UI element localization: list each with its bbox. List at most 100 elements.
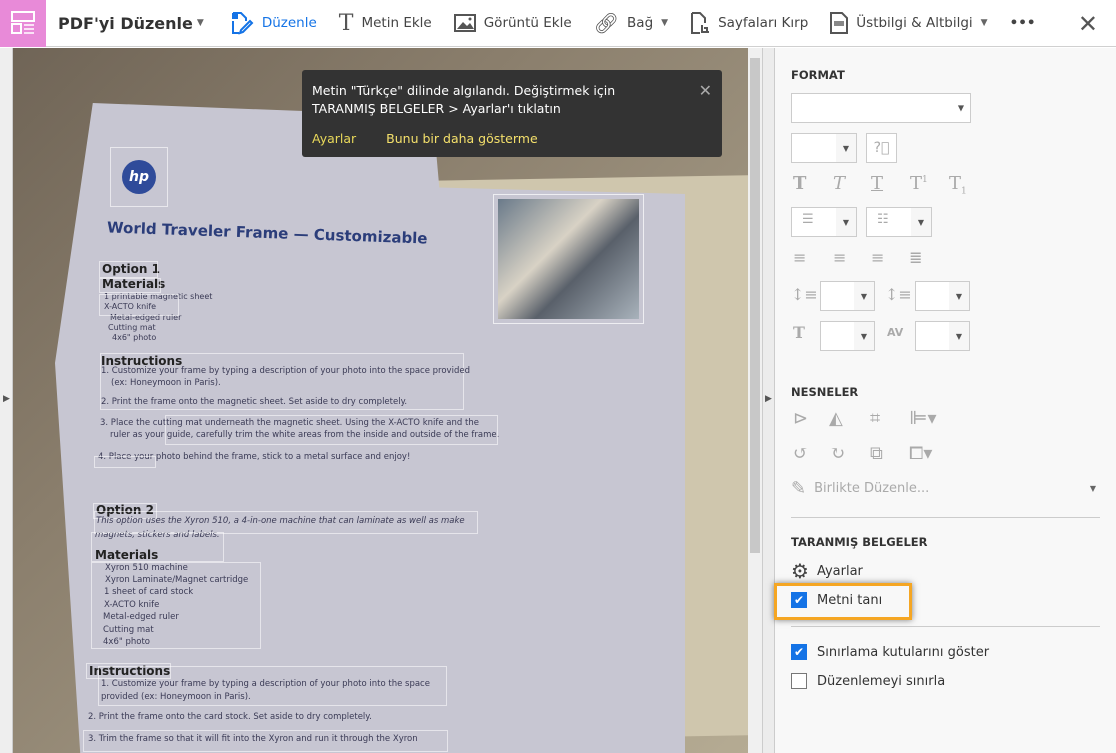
align-left-icon[interactable]: ≡: [793, 248, 806, 267]
chevron-down-icon: ▼: [957, 103, 964, 113]
bounding-box: [83, 730, 448, 752]
doc-text: Cutting mat: [103, 625, 154, 635]
doc-text: 2. Print the frame onto the magnetic she…: [101, 397, 408, 407]
hp-logo: hp: [110, 147, 168, 207]
more-button[interactable]: •••: [1010, 15, 1036, 31]
doc-text: Xyron Laminate/Magnet cartridge: [105, 575, 249, 585]
link-button[interactable]: 🔗︎ Bağ ▼: [594, 11, 668, 35]
crop-pages-label: Sayfaları Kırp: [718, 15, 809, 31]
bounding-box: [165, 415, 498, 445]
font-size-select[interactable]: ▼: [791, 133, 857, 163]
scrollbar-thumb[interactable]: [750, 58, 760, 553]
doc-text: 2. Print the frame onto the card stock. …: [88, 712, 372, 722]
flip-horizontal-icon[interactable]: ◭: [829, 408, 843, 429]
arrange-icon[interactable]: ⧠▾: [909, 443, 932, 464]
doc-text: 1 sheet of card stock: [104, 587, 194, 597]
subscript-icon[interactable]: T1: [949, 173, 967, 197]
char-scale-select[interactable]: ▼: [820, 321, 875, 351]
numbered-list-select[interactable]: ☷ ▼: [866, 207, 932, 237]
bold-icon[interactable]: T: [793, 173, 806, 194]
checkbox-checked[interactable]: ✔: [791, 644, 807, 660]
doc-text: 1. Customize your frame by typing a desc…: [101, 366, 470, 376]
flip-vertical-icon[interactable]: ⊳: [793, 408, 808, 429]
right-panel-toggle[interactable]: ▶: [762, 48, 775, 753]
dont-show-again-link[interactable]: Bunu bir daha gösterme: [386, 130, 537, 148]
chevron-down-icon: ▼: [854, 282, 874, 310]
rotate-left-icon[interactable]: ↺: [793, 443, 808, 464]
bullet-list-icon: ☰: [802, 212, 814, 227]
vertical-scrollbar[interactable]: [748, 48, 762, 753]
chevron-down-icon: ▼: [196, 18, 204, 28]
bounding-box: [99, 261, 158, 278]
tool-title-menu[interactable]: PDF'yi Düzenle ▼: [58, 14, 204, 33]
gear-icon: ⚙: [791, 559, 809, 583]
doc-text: Cutting mat: [108, 323, 156, 332]
notification-message: Metin "Türkçe" dilinde algılandı. Değişt…: [312, 83, 616, 116]
superscript-icon[interactable]: T1: [910, 173, 928, 194]
chevron-down-icon: ▼: [836, 208, 856, 236]
char-scale-icon: T: [793, 323, 805, 342]
align-right-icon[interactable]: ≡: [871, 248, 884, 267]
help-icon[interactable]: ?⃝: [866, 133, 897, 163]
header-footer-button[interactable]: Üstbilgi & Altbilgi ▼: [830, 12, 988, 34]
align-center-icon[interactable]: ≡: [833, 248, 846, 267]
language-notification: Metin "Türkçe" dilinde algılandı. Değişt…: [302, 70, 722, 157]
add-image-button[interactable]: Görüntü Ekle: [453, 14, 572, 32]
edit-button[interactable]: Düzenle: [230, 11, 317, 35]
replace-image-icon[interactable]: ⧉: [870, 443, 883, 464]
add-text-button[interactable]: T Metin Ekle: [339, 11, 432, 36]
paragraph-spacing-icon: ↕≡: [885, 285, 912, 304]
bullet-list-select[interactable]: ☰ ▼: [791, 207, 857, 237]
crop-pages-button[interactable]: Sayfaları Kırp: [690, 12, 808, 34]
chevron-down-icon: ▼: [854, 322, 874, 350]
rotate-right-icon[interactable]: ↻: [830, 443, 845, 464]
settings-label: Ayarlar: [816, 563, 863, 579]
numbered-list-icon: ☷: [877, 212, 889, 227]
restrict-editing-checkbox[interactable]: Düzenlemeyi sınırla: [791, 673, 945, 689]
align-objects-icon[interactable]: ⊫▾: [909, 408, 937, 429]
italic-icon[interactable]: T: [833, 173, 845, 194]
edit-pdf-tool-icon[interactable]: [0, 0, 46, 47]
scan-settings-button[interactable]: ⚙ Ayarlar: [791, 559, 863, 583]
bounding-box: [99, 278, 161, 293]
edit-with-select[interactable]: ✎ Birlikte Düzenle... ▼: [791, 478, 1096, 499]
image-icon: [453, 14, 476, 32]
font-family-select[interactable]: ▼: [791, 93, 971, 123]
chevron-down-icon: ▼: [949, 282, 969, 310]
crop-pages-icon: [691, 12, 710, 34]
left-panel-toggle[interactable]: ▶: [0, 48, 13, 753]
pencil-icon: ✎: [791, 478, 807, 499]
link-label: Bağ: [627, 15, 654, 31]
doc-text: Metal-edged ruler: [103, 612, 179, 622]
show-bounding-boxes-checkbox[interactable]: ✔ Sınırlama kutularını göster: [791, 644, 989, 660]
edit-with-label: Birlikte Düzenle...: [814, 481, 930, 496]
justify-icon[interactable]: ≣: [909, 248, 922, 267]
chevron-down-icon: ▼: [836, 134, 856, 162]
highlight-callout: [774, 583, 912, 620]
collapse-right-icon: ▶: [765, 394, 772, 404]
add-text-label: Metin Ekle: [361, 15, 432, 31]
format-heading: FORMAT: [791, 68, 845, 82]
line-spacing-select[interactable]: ▼: [820, 281, 875, 311]
expand-left-icon: ▶: [3, 394, 10, 404]
right-panel: FORMAT ▼ ▼ ?⃝ T T T T1 T1 ☰ ▼ ☷ ▼ ≡ ≡ ≡ ≣ …: [775, 48, 1116, 753]
link-icon: 🔗︎: [593, 11, 620, 35]
hp-logo-mark: hp: [122, 160, 156, 194]
chevron-down-icon: ▼: [661, 18, 669, 28]
chevron-down-icon: ▼: [949, 322, 969, 350]
frame-photo: [493, 194, 644, 324]
crop-icon[interactable]: ⌗: [870, 408, 880, 429]
paragraph-spacing-select[interactable]: ▼: [915, 281, 970, 311]
char-spacing-icon: AV: [887, 326, 904, 339]
checkbox-unchecked[interactable]: [791, 673, 807, 689]
show-bounding-boxes-label: Sınırlama kutularını göster: [817, 644, 990, 660]
divider: [791, 626, 1100, 627]
close-icon[interactable]: ✕: [699, 82, 712, 100]
chevron-down-icon: ▼: [1089, 484, 1096, 493]
divider: [791, 517, 1100, 518]
settings-link[interactable]: Ayarlar: [312, 130, 356, 148]
doc-text: (ex: Honeymoon in Paris).: [111, 378, 221, 388]
char-spacing-select[interactable]: ▼: [915, 321, 970, 351]
close-icon[interactable]: ✕: [1078, 10, 1098, 38]
underline-icon[interactable]: T: [871, 173, 883, 194]
